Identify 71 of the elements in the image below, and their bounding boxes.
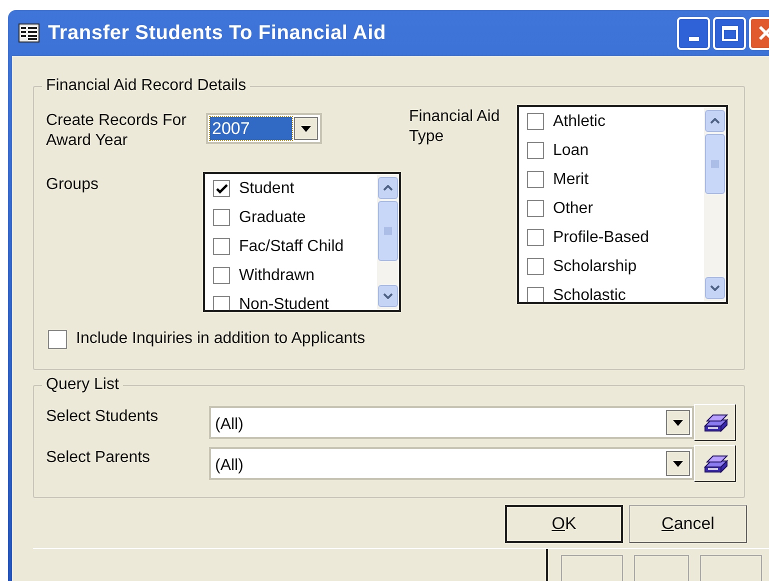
checkbox[interactable] <box>527 229 544 246</box>
query-dropdown[interactable]: (All) <box>209 447 694 480</box>
list-item-label[interactable]: Withdrawn <box>239 266 315 285</box>
chevron-down-icon <box>710 285 720 291</box>
field-label: Groups <box>46 175 100 195</box>
checkbox-label[interactable]: Include Inquiries in addition to Applicants <box>76 327 366 351</box>
award-year-dropdown[interactable]: 2007 <box>206 113 322 144</box>
group-legend: Query List <box>42 376 123 394</box>
field-label: Create Records For Award Year <box>46 111 188 151</box>
checkbox[interactable] <box>213 209 230 226</box>
checkbox-list[interactable]: Athletic Loan Merit Other Profile-Based Scholarship Scholastic <box>517 105 728 304</box>
maximize-button[interactable] <box>713 16 746 50</box>
checkbox[interactable] <box>527 142 544 159</box>
checkbox[interactable] <box>527 113 544 130</box>
chevron-down-icon <box>383 293 393 299</box>
dropdown-value: (All) <box>214 456 244 476</box>
chevron-up-icon <box>383 185 393 191</box>
field-label: Financial Aid Type <box>409 107 501 147</box>
grip-icon <box>384 227 392 235</box>
close-icon <box>758 25 769 41</box>
checkbox[interactable] <box>527 200 544 217</box>
query-dropdown[interactable]: (All) <box>209 406 694 439</box>
dropdown-button[interactable] <box>294 117 318 140</box>
list-item-label[interactable]: Scholastic <box>553 286 626 302</box>
chevron-up-icon <box>710 118 720 124</box>
dropdown-value: 2007 <box>210 117 292 140</box>
dialog-button[interactable]: Cancel <box>629 505 747 543</box>
scroll-thumb[interactable] <box>378 201 398 261</box>
field-label: Select Students <box>46 407 160 427</box>
checkbox[interactable] <box>213 238 230 255</box>
checkbox[interactable] <box>527 171 544 188</box>
scroll-up-button[interactable] <box>378 177 398 199</box>
list-item-label[interactable]: Scholarship <box>553 257 637 276</box>
query-picker-button[interactable] <box>694 404 736 441</box>
checkbox[interactable] <box>48 330 67 348</box>
checkbox[interactable] <box>527 258 544 275</box>
stack-icon <box>701 452 729 474</box>
grip-icon <box>711 160 719 168</box>
list-item-label[interactable]: Non-Student <box>239 295 329 310</box>
window-menu-icon[interactable] <box>18 23 40 43</box>
list-item-label[interactable]: Fac/Staff Child <box>239 237 344 256</box>
caret-icon <box>673 420 683 426</box>
scrollbar[interactable] <box>704 107 726 302</box>
list-item-label[interactable]: Loan <box>553 141 589 160</box>
list-item-label[interactable]: Graduate <box>239 208 306 227</box>
checkbox[interactable] <box>213 267 230 284</box>
field-label: Select Parents <box>46 448 152 468</box>
scrollbar[interactable] <box>377 174 399 310</box>
list-item-label[interactable]: Athletic <box>553 112 606 131</box>
minimize-button[interactable] <box>677 16 710 50</box>
caret-icon <box>301 126 311 132</box>
dropdown-button[interactable] <box>666 451 690 476</box>
scroll-down-button[interactable] <box>378 285 398 307</box>
caret-icon <box>673 460 683 466</box>
dropdown-value: (All) <box>214 414 244 434</box>
window-title: Transfer Students To Financial Aid <box>48 21 386 46</box>
scroll-up-button[interactable] <box>705 110 725 132</box>
query-picker-button[interactable] <box>694 445 736 482</box>
checkbox-list[interactable]: Student Graduate Fac/Staff Child Withdrawn Non-Student <box>203 172 401 312</box>
dropdown-button[interactable] <box>666 410 690 435</box>
dialog-button[interactable]: OK <box>505 505 623 543</box>
checkbox[interactable] <box>213 296 230 310</box>
list-item-label[interactable]: Profile-Based <box>553 228 650 247</box>
stack-icon <box>701 412 729 434</box>
scroll-thumb[interactable] <box>705 134 725 194</box>
list-item-label[interactable]: Merit <box>553 170 589 189</box>
list-item-label[interactable]: Student <box>239 179 294 198</box>
checkbox[interactable] <box>213 180 230 197</box>
list-item-label[interactable]: Other <box>553 199 594 218</box>
scroll-down-button[interactable] <box>705 277 725 299</box>
checkbox[interactable] <box>527 287 544 302</box>
